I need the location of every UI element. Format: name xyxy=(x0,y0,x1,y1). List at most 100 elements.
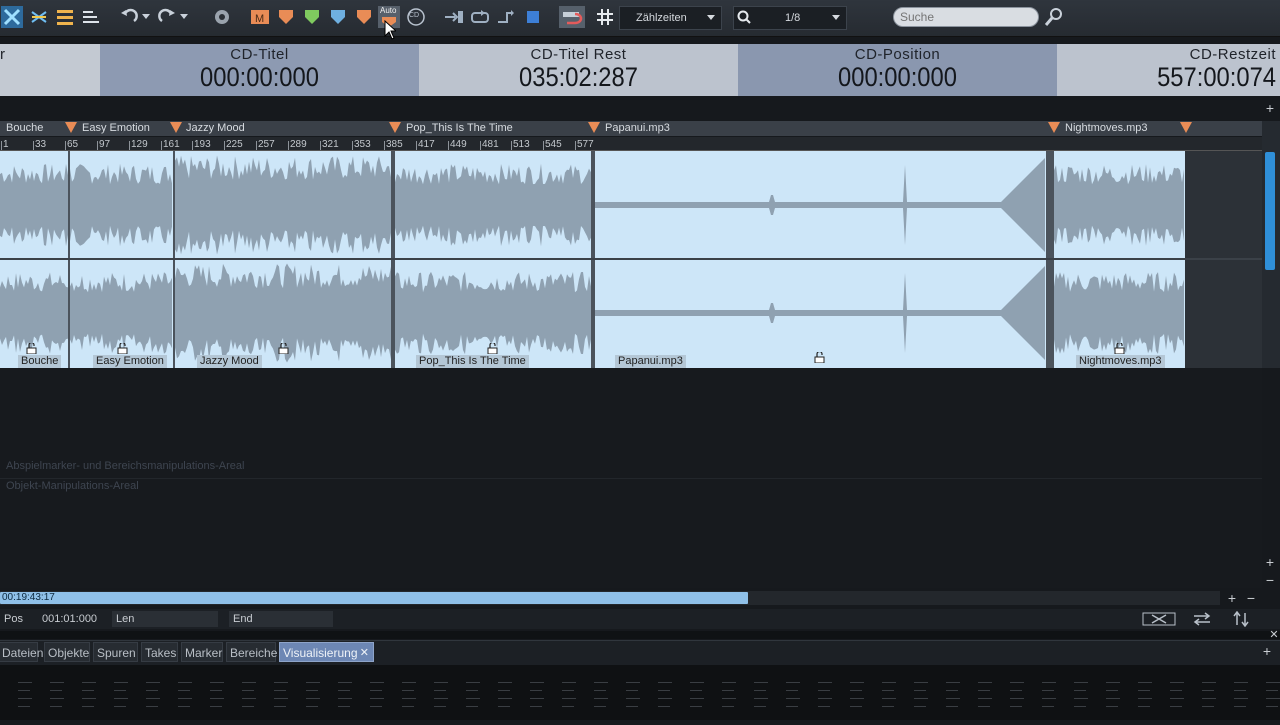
fit-view-icon[interactable] xyxy=(1142,609,1176,629)
ruler-tick-label: 257 xyxy=(258,139,275,150)
redo-dropdown-icon[interactable] xyxy=(178,6,190,28)
grid-select[interactable]: Zählzeiten xyxy=(619,6,722,30)
ruler-tick-label: 97 xyxy=(99,139,111,150)
marker-label[interactable]: Papanui.mp3 xyxy=(605,121,670,136)
add-track-button[interactable]: + xyxy=(1262,100,1278,116)
ruler-tick xyxy=(288,141,289,150)
list-icon[interactable] xyxy=(54,6,76,28)
clip-name: Nightmoves.mp3 xyxy=(1076,355,1165,368)
marker-label[interactable]: Jazzy Mood xyxy=(186,121,245,136)
display-value: 557:00:074 xyxy=(1157,62,1277,92)
mixer-icon[interactable] xyxy=(28,6,50,28)
zoom-out-vertical-button[interactable]: − xyxy=(1262,572,1278,588)
add-tab-button[interactable]: + xyxy=(1259,643,1275,659)
zoom-out-horizontal-button[interactable]: − xyxy=(1243,590,1259,606)
lock-icon[interactable] xyxy=(117,341,128,355)
ruler-tick xyxy=(384,141,385,150)
ruler-tick-label: 161 xyxy=(163,139,180,150)
clip-name: Easy Emotion xyxy=(93,355,167,368)
tab-spuren[interactable]: Spuren xyxy=(93,642,138,662)
ruler-tick xyxy=(65,141,66,150)
pos-value: 001:01:000 xyxy=(42,613,98,625)
track-center-line xyxy=(0,258,1262,260)
app-logo-icon[interactable] xyxy=(1,6,23,28)
snap-icon[interactable] xyxy=(558,6,586,28)
loop-icon[interactable] xyxy=(469,6,491,28)
tab-label: Objekte xyxy=(48,646,90,660)
len-label: Len xyxy=(116,613,135,625)
close-tab-icon[interactable]: ✕ xyxy=(360,643,369,663)
marker-m-icon[interactable]: M xyxy=(249,6,271,28)
ruler-tick xyxy=(1,141,2,150)
search-icon[interactable] xyxy=(1043,6,1065,28)
chevron-down-icon xyxy=(832,15,840,20)
tab-dateien[interactable]: Dateien xyxy=(0,642,43,662)
ruler-tick-label: 1 xyxy=(3,139,9,150)
vertical-scroll-thumb[interactable] xyxy=(1265,152,1275,270)
display-segment-cd-titel: CD-Titel 000:00:000 xyxy=(100,44,419,96)
visualisation-pattern xyxy=(18,682,1280,707)
area-divider xyxy=(0,478,1262,479)
marker-label[interactable]: Nightmoves.mp3 xyxy=(1065,121,1148,136)
tracks-icon[interactable] xyxy=(80,6,102,28)
pos-field[interactable]: Pos 001:01:000 xyxy=(0,611,106,627)
punch-icon[interactable] xyxy=(495,6,517,28)
lock-icon[interactable] xyxy=(814,350,825,364)
zoom-in-vertical-button[interactable]: + xyxy=(1262,554,1278,570)
tab-bereiche[interactable]: Bereiche xyxy=(226,642,278,662)
panel-splitter[interactable] xyxy=(0,631,1280,639)
tab-label: Dateien xyxy=(2,646,44,660)
marker-label[interactable]: Bouche xyxy=(6,121,43,136)
cut-icon[interactable] xyxy=(443,6,465,28)
swap-horizontal-icon[interactable] xyxy=(1191,609,1213,629)
stop-icon[interactable] xyxy=(522,6,544,28)
marker-label[interactable]: Pop_This Is The Time xyxy=(406,121,513,136)
end-field[interactable]: End xyxy=(229,611,333,627)
undo-icon[interactable] xyxy=(118,6,140,28)
tab-takes[interactable]: Takes xyxy=(141,642,178,662)
mouse-cursor-icon xyxy=(384,19,398,45)
zoom-in-horizontal-button[interactable]: + xyxy=(1224,590,1240,606)
display-label: CD-Restzeit xyxy=(1189,46,1276,63)
clip-name: Pop_This Is The Time xyxy=(416,355,529,368)
cd-label: CD xyxy=(409,12,420,19)
len-field[interactable]: Len xyxy=(112,611,218,627)
lock-icon[interactable] xyxy=(1114,341,1125,355)
marker-blue-icon[interactable] xyxy=(327,6,349,28)
redo-icon[interactable] xyxy=(156,6,178,28)
grid-icon[interactable] xyxy=(594,6,616,28)
ruler-tick xyxy=(192,141,193,150)
ruler-tick-label: 289 xyxy=(290,139,307,150)
horizontal-scroll-thumb[interactable] xyxy=(0,592,748,604)
tab-objekte[interactable]: Objekte xyxy=(44,642,90,662)
tab-label: Takes xyxy=(145,646,177,660)
magnifier-icon xyxy=(737,10,751,27)
marker-label[interactable]: Easy Emotion xyxy=(82,121,150,136)
timeline-ruler[interactable] xyxy=(0,137,1262,151)
ruler-tick-label: 225 xyxy=(226,139,243,150)
ruler-tick-label: 65 xyxy=(67,139,79,150)
display-segment-cd-titel-rest: CD-Titel Rest 035:02:287 xyxy=(419,44,738,96)
grid-select-value: Zählzeiten xyxy=(636,12,687,24)
search-input[interactable] xyxy=(893,7,1039,27)
lock-icon[interactable] xyxy=(487,341,498,355)
marker-green-icon[interactable] xyxy=(301,6,323,28)
zoom-select[interactable]: 1/8 xyxy=(733,6,847,30)
undo-dropdown-icon[interactable] xyxy=(140,6,152,28)
ruler-tick-label: 193 xyxy=(194,139,211,150)
tab-label: Bereiche xyxy=(230,646,278,660)
tab-visualisierung[interactable]: Visualisierung ✕ xyxy=(279,642,374,662)
ruler-tick-label: 129 xyxy=(131,139,148,150)
lock-icon[interactable] xyxy=(26,341,37,355)
ruler-tick xyxy=(256,141,257,150)
marker-e-icon[interactable] xyxy=(353,6,375,28)
zoom-icon[interactable] xyxy=(211,6,233,28)
tab-label: Marker xyxy=(185,646,223,660)
tab-label: Visualisierung xyxy=(283,646,358,660)
tab-marker[interactable]: Marker xyxy=(181,642,223,662)
marker-icon[interactable] xyxy=(275,6,297,28)
object-area-label: Objekt-Manipulations-Areal xyxy=(6,480,139,492)
clip-name: Papanui.mp3 xyxy=(615,355,686,368)
lock-icon[interactable] xyxy=(278,341,289,355)
swap-vertical-icon[interactable] xyxy=(1230,609,1252,629)
